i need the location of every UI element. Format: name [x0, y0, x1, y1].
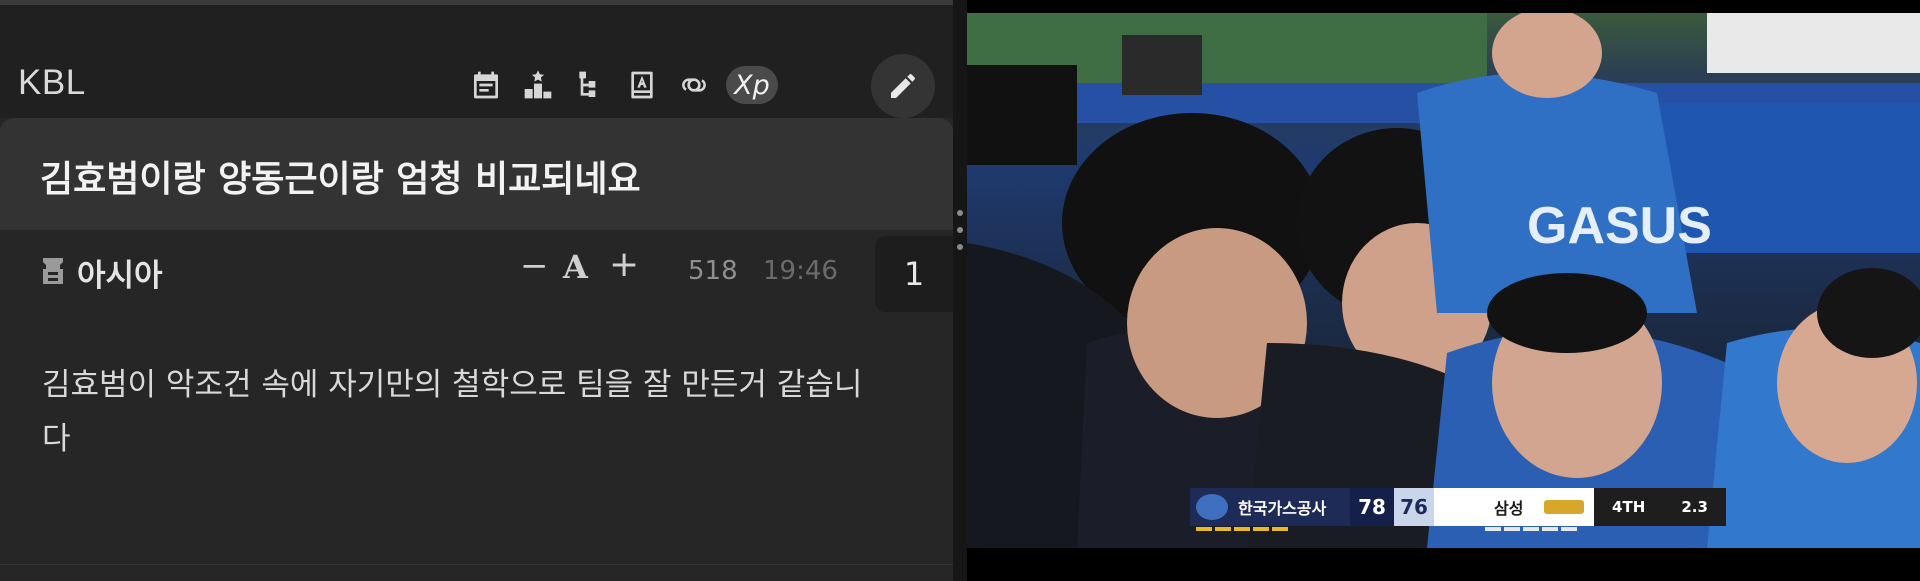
calendar-icon[interactable] — [460, 60, 512, 110]
game-clock: 4TH 2.3 — [1594, 488, 1726, 526]
broadcast-frame: GASUS — [967, 13, 1920, 548]
clock: 2.3 — [1681, 498, 1708, 516]
drag-handle-dot[interactable] — [957, 210, 963, 216]
post-title: 김효범이랑 양동근이랑 엄청 비교되네요 — [40, 159, 641, 200]
post-body-line: 김효범이 악조건 속에 자기만의 철학으로 팀을 잘 만든거 같습니 — [42, 367, 863, 403]
author-level-icon — [40, 256, 66, 286]
board-name[interactable]: KBL — [18, 63, 86, 103]
view-count: 518 — [688, 256, 738, 286]
font-size-icon: A — [563, 248, 588, 286]
board-header: KBL Xp — [0, 5, 953, 118]
away-score: 76 — [1394, 488, 1434, 526]
home-team-fouls — [1196, 527, 1288, 531]
home-team: 한국가스공사 — [1190, 488, 1350, 526]
home-score: 78 — [1350, 488, 1394, 526]
post-panel: KBL Xp 김효범이랑 양동근이랑 엄청 비교되네요 아시아 − A + 51… — [0, 0, 953, 581]
post-meta: 아시아 − A + 518 19:46 1 — [0, 232, 953, 312]
xp-button[interactable]: Xp — [726, 66, 778, 104]
font-increase-button[interactable]: + — [609, 244, 639, 285]
home-team-logo — [1196, 494, 1228, 520]
header-toolbar: Xp — [460, 60, 778, 110]
away-team-fouls — [1485, 527, 1577, 531]
tree-icon[interactable] — [564, 60, 616, 110]
post-time: 19:46 — [763, 256, 838, 286]
author-name[interactable]: 아시아 — [77, 250, 163, 295]
split-divider[interactable] — [953, 0, 967, 581]
video-player[interactable]: GASUS 한국가스공사 78 76 삼성 4TH 2.3 — [967, 13, 1920, 548]
tv-scoreboard: 한국가스공사 78 76 삼성 4TH 2.3 — [1190, 488, 1726, 526]
post-body-line: 다 — [42, 421, 71, 457]
link-icon[interactable] — [668, 60, 720, 110]
home-team-name: 한국가스공사 — [1238, 499, 1327, 518]
drag-handle-dot[interactable] — [957, 244, 963, 250]
period: 4TH — [1612, 498, 1646, 516]
away-team-name: 삼성 — [1494, 499, 1524, 518]
font-decrease-button[interactable]: − — [520, 246, 549, 286]
edit-button[interactable] — [871, 54, 935, 118]
drag-handle-dot[interactable] — [957, 227, 963, 233]
away-team: 삼성 — [1434, 488, 1594, 526]
away-team-logo — [1544, 500, 1584, 514]
comment-count-button[interactable]: 1 — [875, 236, 953, 312]
jersey-text: GASUS — [1527, 197, 1712, 255]
pencil-icon — [891, 74, 915, 98]
divider-line — [0, 564, 953, 565]
ranking-icon[interactable] — [512, 60, 564, 110]
post-body: 김효범이 악조건 속에 자기만의 철학으로 팀을 잘 만든거 같습니 다 — [42, 358, 922, 466]
notebook-icon[interactable] — [616, 60, 668, 110]
